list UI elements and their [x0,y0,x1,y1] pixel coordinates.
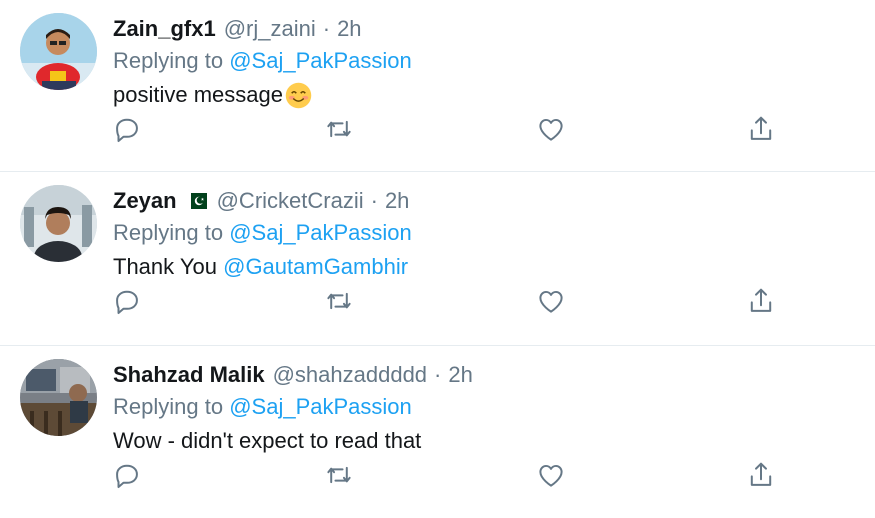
share-button[interactable] [744,112,778,146]
replying-to-mention[interactable]: @Saj_PakPassion [229,48,412,73]
user-handle[interactable]: @CricketCrazii [217,188,364,214]
tweet-shahzad[interactable]: Shahzad Malik @shahzaddddd · 2h Replying… [0,346,875,518]
tweet-actions [110,284,790,324]
smiling-face-icon [285,82,312,109]
tweet-text-mention[interactable]: @GautamGambhir [223,250,408,284]
reply-icon [116,464,138,489]
share-icon [750,462,772,486]
reply-icon [116,290,138,315]
replying-to-label: Replying to [113,220,224,245]
retweet-button[interactable] [322,284,356,318]
separator-dot: · [322,16,331,41]
avatar-image [20,185,97,262]
avatar[interactable] [20,359,97,436]
avatar-image [20,359,97,436]
retweet-icon [327,292,351,310]
like-icon [539,290,563,313]
replying-to: Replying to @Saj_PakPassion [113,44,855,78]
retweet-icon [327,466,351,484]
user-handle[interactable]: @shahzaddddd [273,362,427,388]
tweet-zain[interactable]: Zain_gfx1 @rj_zaini · 2h Replying to @Sa… [0,0,875,172]
reply-button[interactable] [110,112,144,146]
tweet-zeyan[interactable]: Zeyan @CricketCrazii · 2h Replying to @S… [0,172,875,346]
share-button[interactable] [744,284,778,318]
tweet-text: Wow - didn't expect to read that [113,424,855,458]
tweet-text-body: positive message [113,82,283,107]
share-button[interactable] [744,458,778,492]
replying-to-label: Replying to [113,394,224,419]
replying-to-mention[interactable]: @Saj_PakPassion [229,220,412,245]
retweet-icon [327,120,351,138]
replying-to-label: Replying to [113,48,224,73]
tweet-text-body: Wow - didn't expect to read that [113,428,422,453]
replying-to: Replying to @Saj_PakPassion [113,216,855,250]
tweet-text: Thank You @GautamGambhir [113,250,855,284]
like-button[interactable] [534,112,568,146]
tweet-text: positive message [113,78,855,112]
replies-feed: Zain_gfx1 @rj_zaini · 2h Replying to @Sa… [0,0,875,518]
retweet-button[interactable] [322,458,356,492]
tweet-actions [110,458,790,498]
reply-icon [116,118,138,143]
retweet-button[interactable] [322,112,356,146]
display-name[interactable]: Zeyan [113,188,177,214]
timestamp[interactable]: 2h [385,188,409,214]
display-name[interactable]: Shahzad Malik [113,362,265,388]
tweet-actions [110,112,790,152]
separator-dot: · [434,362,442,387]
pakistan-flag-icon [184,193,207,209]
like-button[interactable] [534,458,568,492]
timestamp[interactable]: 2h [337,16,361,42]
tweet-text-body: Thank You [113,254,217,279]
like-icon [539,464,563,487]
like-button[interactable] [534,284,568,318]
user-handle[interactable]: @rj_zaini [224,16,316,42]
timestamp[interactable]: 2h [448,362,472,388]
avatar[interactable] [20,185,97,262]
share-icon [750,116,772,140]
reply-button[interactable] [110,458,144,492]
separator-dot: · [370,188,378,213]
reply-button[interactable] [110,284,144,318]
like-icon [539,118,563,141]
avatar[interactable] [20,13,97,90]
replying-to: Replying to @Saj_PakPassion [113,390,855,424]
share-icon [750,288,772,312]
replying-to-mention[interactable]: @Saj_PakPassion [229,394,412,419]
display-name[interactable]: Zain_gfx1 [113,16,216,42]
avatar-image [20,13,97,90]
